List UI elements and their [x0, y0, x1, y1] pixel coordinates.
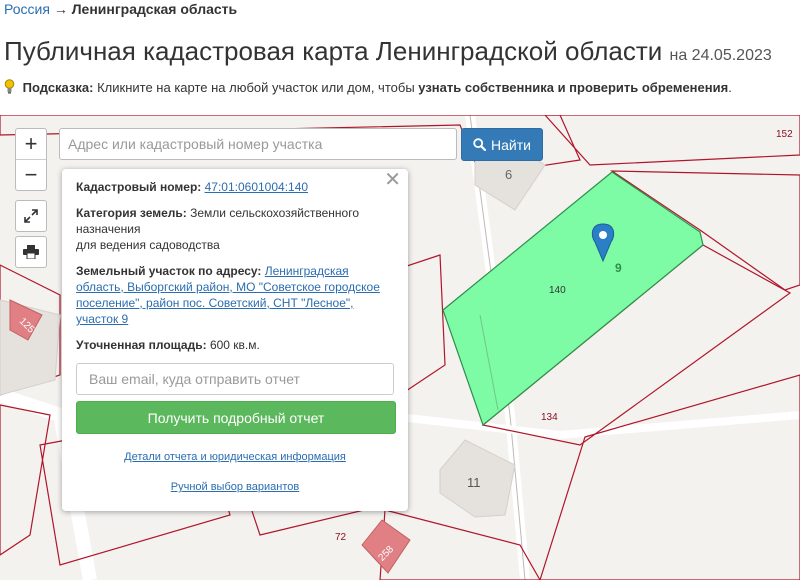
- print-button[interactable]: [15, 236, 47, 268]
- cadastral-number-label: Кадастровый номер:: [76, 180, 202, 194]
- page-title-text: Публичная кадастровая карта Ленинградско…: [4, 36, 663, 66]
- find-button[interactable]: Найти: [461, 128, 543, 161]
- lightbulb-icon: [4, 79, 15, 94]
- breadcrumb-arrow: →: [53, 1, 68, 17]
- fullscreen-button[interactable]: [15, 200, 47, 232]
- breadcrumb-link-russia[interactable]: Россия: [4, 1, 50, 17]
- get-report-button[interactable]: Получить подробный отчет: [76, 401, 396, 434]
- cadastral-number-row: Кадастровый номер: 47:01:0601004:140: [76, 179, 394, 195]
- cadastral-number-link[interactable]: 47:01:0601004:140: [205, 180, 308, 194]
- search-input[interactable]: [59, 128, 457, 160]
- page-title: Публичная кадастровая карта Ленинградско…: [4, 36, 772, 67]
- label-parcel-134: 134: [541, 412, 558, 423]
- address-label: Земельный участок по адресу:: [76, 264, 262, 278]
- printer-icon: [23, 245, 39, 259]
- hint-text: Кликните на карте на любой участок или д…: [93, 80, 419, 95]
- search-icon: [473, 138, 487, 151]
- area-value: 600 кв.м.: [209, 338, 260, 352]
- report-details-link[interactable]: Детали отчета и юридическая информация: [124, 451, 346, 463]
- zoom-in-button[interactable]: +: [16, 129, 46, 159]
- label-parcel-152: 152: [776, 129, 793, 140]
- breadcrumb: Россия → Ленинградская область: [4, 1, 237, 17]
- zoom-control: + −: [15, 128, 47, 191]
- label-house-6: 6: [505, 167, 512, 182]
- label-house-9: 9: [615, 261, 622, 275]
- close-icon[interactable]: ✕: [384, 170, 401, 190]
- land-category-row: Категория земель: Земли сельскохозяйстве…: [76, 205, 394, 253]
- manual-link-row: Ручной выбор вариантов: [76, 479, 394, 495]
- zoom-out-button[interactable]: −: [16, 159, 46, 190]
- find-button-label: Найти: [491, 136, 531, 153]
- cadastral-map[interactable]: 140 9 6 11 134 152 72 125 258 + − Найти …: [0, 115, 800, 580]
- address-row: Земельный участок по адресу: Ленинградск…: [76, 263, 394, 327]
- expand-icon: [24, 209, 38, 223]
- land-category-label: Категория земель:: [76, 206, 187, 220]
- area-label: Уточненная площадь:: [76, 338, 207, 352]
- label-parcel-72: 72: [335, 532, 347, 543]
- breadcrumb-current: Ленинградская область: [71, 1, 238, 17]
- label-parcel-140: 140: [549, 285, 566, 296]
- hint: Подсказка: Кликните на карте на любой уч…: [4, 79, 732, 95]
- land-use-value: для ведения садоводства: [76, 238, 220, 252]
- hint-label: Подсказка:: [22, 80, 94, 95]
- hint-end: .: [728, 80, 732, 95]
- label-house-11: 11: [467, 475, 481, 490]
- details-link-row: Детали отчета и юридическая информация: [76, 449, 394, 465]
- hint-bold: узнать собственника и проверить обремене…: [418, 80, 729, 95]
- manual-selection-link[interactable]: Ручной выбор вариантов: [171, 481, 299, 493]
- area-row: Уточненная площадь: 600 кв.м.: [76, 337, 394, 353]
- parcel-info-popup: ✕ Кадастровый номер: 47:01:0601004:140 К…: [62, 169, 408, 511]
- page-title-date: на 24.05.2023: [669, 47, 772, 64]
- email-input[interactable]: [76, 363, 394, 395]
